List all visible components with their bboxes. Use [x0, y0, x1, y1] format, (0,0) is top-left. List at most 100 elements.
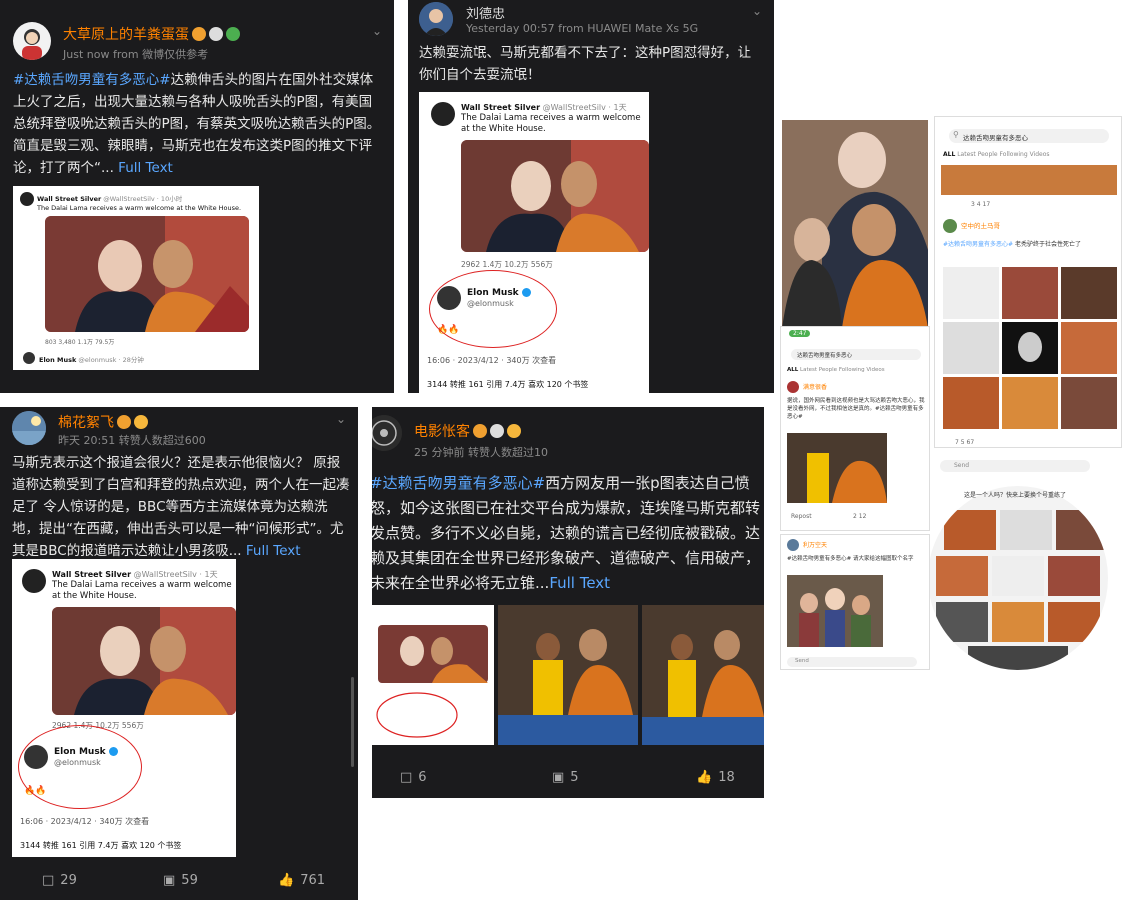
tweet-text: The Dalai Lama receives a warm welcome a… — [461, 113, 641, 134]
result-image-strip[interactable] — [941, 165, 1117, 195]
username[interactable]: 刘德忠 — [466, 3, 505, 22]
hashtag-link[interactable]: #达赖舌吻男童有多恶心# — [13, 72, 171, 88]
tweet-screenshot[interactable]: Wall Street Silver @WallStreetSilv · 1天 … — [419, 92, 649, 393]
repost-icon: □ — [400, 770, 413, 785]
tweet-screenshot[interactable]: Wall Street Silver @WallStreetSilv · 10小… — [13, 186, 259, 370]
comment-button[interactable]: ▣ 59 — [163, 873, 198, 888]
user-avatar[interactable] — [13, 22, 51, 60]
tweet-photo — [45, 216, 249, 332]
user-avatar[interactable] — [372, 415, 402, 451]
search-tabs: ALL Latest People Following Videos — [943, 151, 1050, 158]
vip-badge-icon — [192, 27, 206, 41]
tweet-header: Wall Street Silver @WallStreetSilv · 1天 — [461, 103, 627, 112]
chevron-down-icon[interactable]: ⌄ — [372, 24, 382, 38]
circle-collage[interactable] — [928, 486, 1108, 670]
result-counts-a: 3 4 17 — [971, 201, 991, 208]
image-thumbnail-1[interactable] — [372, 605, 494, 745]
weibo-post-2: 刘德忠 Yesterday 00:57 from HUAWEI Mate Xs … — [408, 0, 774, 393]
chevron-down-icon[interactable]: ⌄ — [752, 4, 762, 18]
tab-all[interactable]: ALL — [943, 151, 955, 158]
result-image-grid[interactable] — [943, 267, 1117, 431]
post-meta: Just now from 微博仅供参考 — [63, 48, 209, 61]
scrollbar[interactable] — [351, 677, 354, 767]
phone-screenshot-post: 2:47 达赖舌吻男童有多恶心 ALL Latest People Follow… — [780, 326, 930, 531]
tweet-datetime: 16:06 · 2023/4/12 · 340万 次查看 — [427, 356, 557, 365]
search-input-2[interactable]: 达赖舌吻男童有多恶心 — [797, 351, 852, 359]
collage-photo-large[interactable] — [782, 120, 928, 328]
screenshot-collage: ⚲ 达赖舌吻男童有多恶心 ALL Latest People Following… — [778, 114, 1125, 674]
tweet-counts: 3144 转推 161 引用 7.4万 喜欢 120 个书签 — [20, 841, 182, 850]
result-user-c[interactable]: 利万空天 — [803, 540, 827, 549]
comment-icon: ▣ — [552, 770, 565, 785]
result-image-b[interactable] — [787, 433, 887, 503]
full-text-link[interactable]: Full Text — [246, 543, 301, 559]
result-user-a[interactable]: 空中的土马哥 — [961, 220, 1000, 230]
search-input[interactable]: 达赖舌吻男童有多恶心 — [963, 132, 1028, 142]
skull-badge-icon — [209, 27, 223, 41]
tab-people[interactable]: People — [978, 151, 998, 158]
result-avatar-a — [943, 219, 957, 233]
full-text-link[interactable]: Full Text — [549, 574, 610, 592]
comment-button[interactable]: ▣ 5 — [552, 770, 579, 785]
tweet-header: Wall Street Silver @WallStreetSilv · 1天 — [52, 570, 218, 579]
tweet-screenshot[interactable]: Wall Street Silver @WallStreetSilv · 1天 … — [12, 559, 236, 857]
tweet-photo — [52, 607, 236, 715]
chevron-down-icon[interactable]: ⌄ — [336, 412, 346, 426]
username[interactable]: 大草原上的羊粪蛋蛋 — [63, 24, 240, 44]
username[interactable]: 棉花絮飞 — [58, 412, 148, 432]
comment-icon: ▣ — [163, 873, 176, 888]
reply-header: Elon Musk @elonmusk · 28分钟 — [39, 356, 144, 364]
username[interactable]: 电影怅客 — [414, 421, 521, 441]
tab-following[interactable]: Following — [1000, 151, 1028, 158]
phone-screenshot-children: 利万空天 #达赖舌吻男童有多恶心# 请大家给这幅图取个名字 Send — [780, 534, 930, 670]
phone-screenshot-search: ⚲ 达赖舌吻男童有多恶心 ALL Latest People Following… — [934, 116, 1122, 448]
user-avatar[interactable] — [419, 2, 453, 36]
post-text: #达赖舌吻男童有多恶心#达赖伸舌头的图片在国外社交媒体上火了之后，出现大量达赖与… — [13, 72, 381, 176]
crown-badge-icon — [134, 415, 148, 429]
tab-latest[interactable]: Latest — [957, 151, 976, 158]
result-avatar-b — [787, 381, 799, 393]
result-image-c[interactable] — [787, 575, 883, 647]
search-tabs-2: ALL Latest People Following Videos — [787, 367, 885, 373]
send-label-c: Send — [795, 658, 809, 664]
result-text-a: #达赖舌吻男童有多恶心# 老秃驴终于社会性死亡了 — [943, 241, 1081, 248]
red-highlight-circle — [18, 725, 142, 809]
repost-icon: □ — [42, 873, 55, 888]
repost-button-b[interactable]: Repost — [791, 513, 812, 520]
tweet-avatar — [431, 102, 455, 126]
full-text-link[interactable]: Full Text — [118, 160, 173, 176]
user-avatar[interactable] — [12, 411, 46, 445]
tab-videos[interactable]: Videos — [1030, 151, 1050, 158]
reply-avatar — [23, 352, 35, 364]
post-text: 达赖耍流氓、马斯克都看不下去了：这种P图怼得好，让你们自个去耍流氓！ — [419, 45, 752, 83]
image-thumbnail-2[interactable] — [498, 605, 638, 745]
send-label: Send — [954, 462, 970, 469]
repost-button[interactable]: □ 6 — [400, 770, 427, 785]
tweet-text: The Dalai Lama receives a warm welcome a… — [52, 580, 232, 601]
result-counts-c: 7 5 67 — [955, 439, 975, 446]
post-meta: Yesterday 00:57 from HUAWEI Mate Xs 5G — [466, 22, 699, 35]
skull-badge-icon — [490, 424, 504, 438]
tweet-stats: 803 3,480 1.1万 79.5万 — [45, 339, 115, 346]
post-meta: 25 分钟前 转赞人数超过10 — [414, 446, 548, 459]
like-button[interactable]: 👍 761 — [278, 873, 325, 888]
vip-badge-icon — [117, 415, 131, 429]
clover-badge-icon — [226, 27, 240, 41]
tweet-text: The Dalai Lama receives a warm welcome a… — [37, 204, 242, 212]
hashtag-link[interactable]: #达赖舌吻男童有多恶心# — [372, 474, 545, 492]
image-thumbnail-3[interactable] — [642, 605, 764, 745]
tweet-counts: 3144 转推 161 引用 7.4万 喜欢 120 个书签 — [427, 380, 589, 389]
search-icon: ⚲ — [953, 130, 959, 139]
result-text-b: 据说，国外网民看到这视频也是大骂达赖舌吻大恶心，我是没看外网，不过我相信这是真的… — [787, 398, 925, 420]
weibo-post-3: 棉花絮飞 昨天 20:51 转赞人数超过600 ⌄ 马斯克表示这个报道会很火？还… — [0, 407, 358, 900]
thumbs-up-icon: 👍 — [278, 873, 295, 888]
red-highlight-circle — [429, 270, 557, 348]
post-text: #达赖舌吻男童有多恶心#西方网友用一张p图表达自己愤怒，如今这张图已在社交平台成… — [372, 474, 761, 592]
repost-button[interactable]: □ 29 — [42, 873, 77, 888]
tweet-avatar — [22, 569, 46, 593]
post-meta: 昨天 20:51 转赞人数超过600 — [58, 434, 206, 447]
tweet-stats: 2962 1.4万 10.2万 556万 — [461, 260, 553, 269]
like-button[interactable]: 👍 18 — [696, 770, 735, 785]
result-user-b[interactable]: 满意很香 — [803, 382, 827, 391]
tweet-datetime: 16:06 · 2023/4/12 · 340万 次查看 — [20, 817, 150, 826]
